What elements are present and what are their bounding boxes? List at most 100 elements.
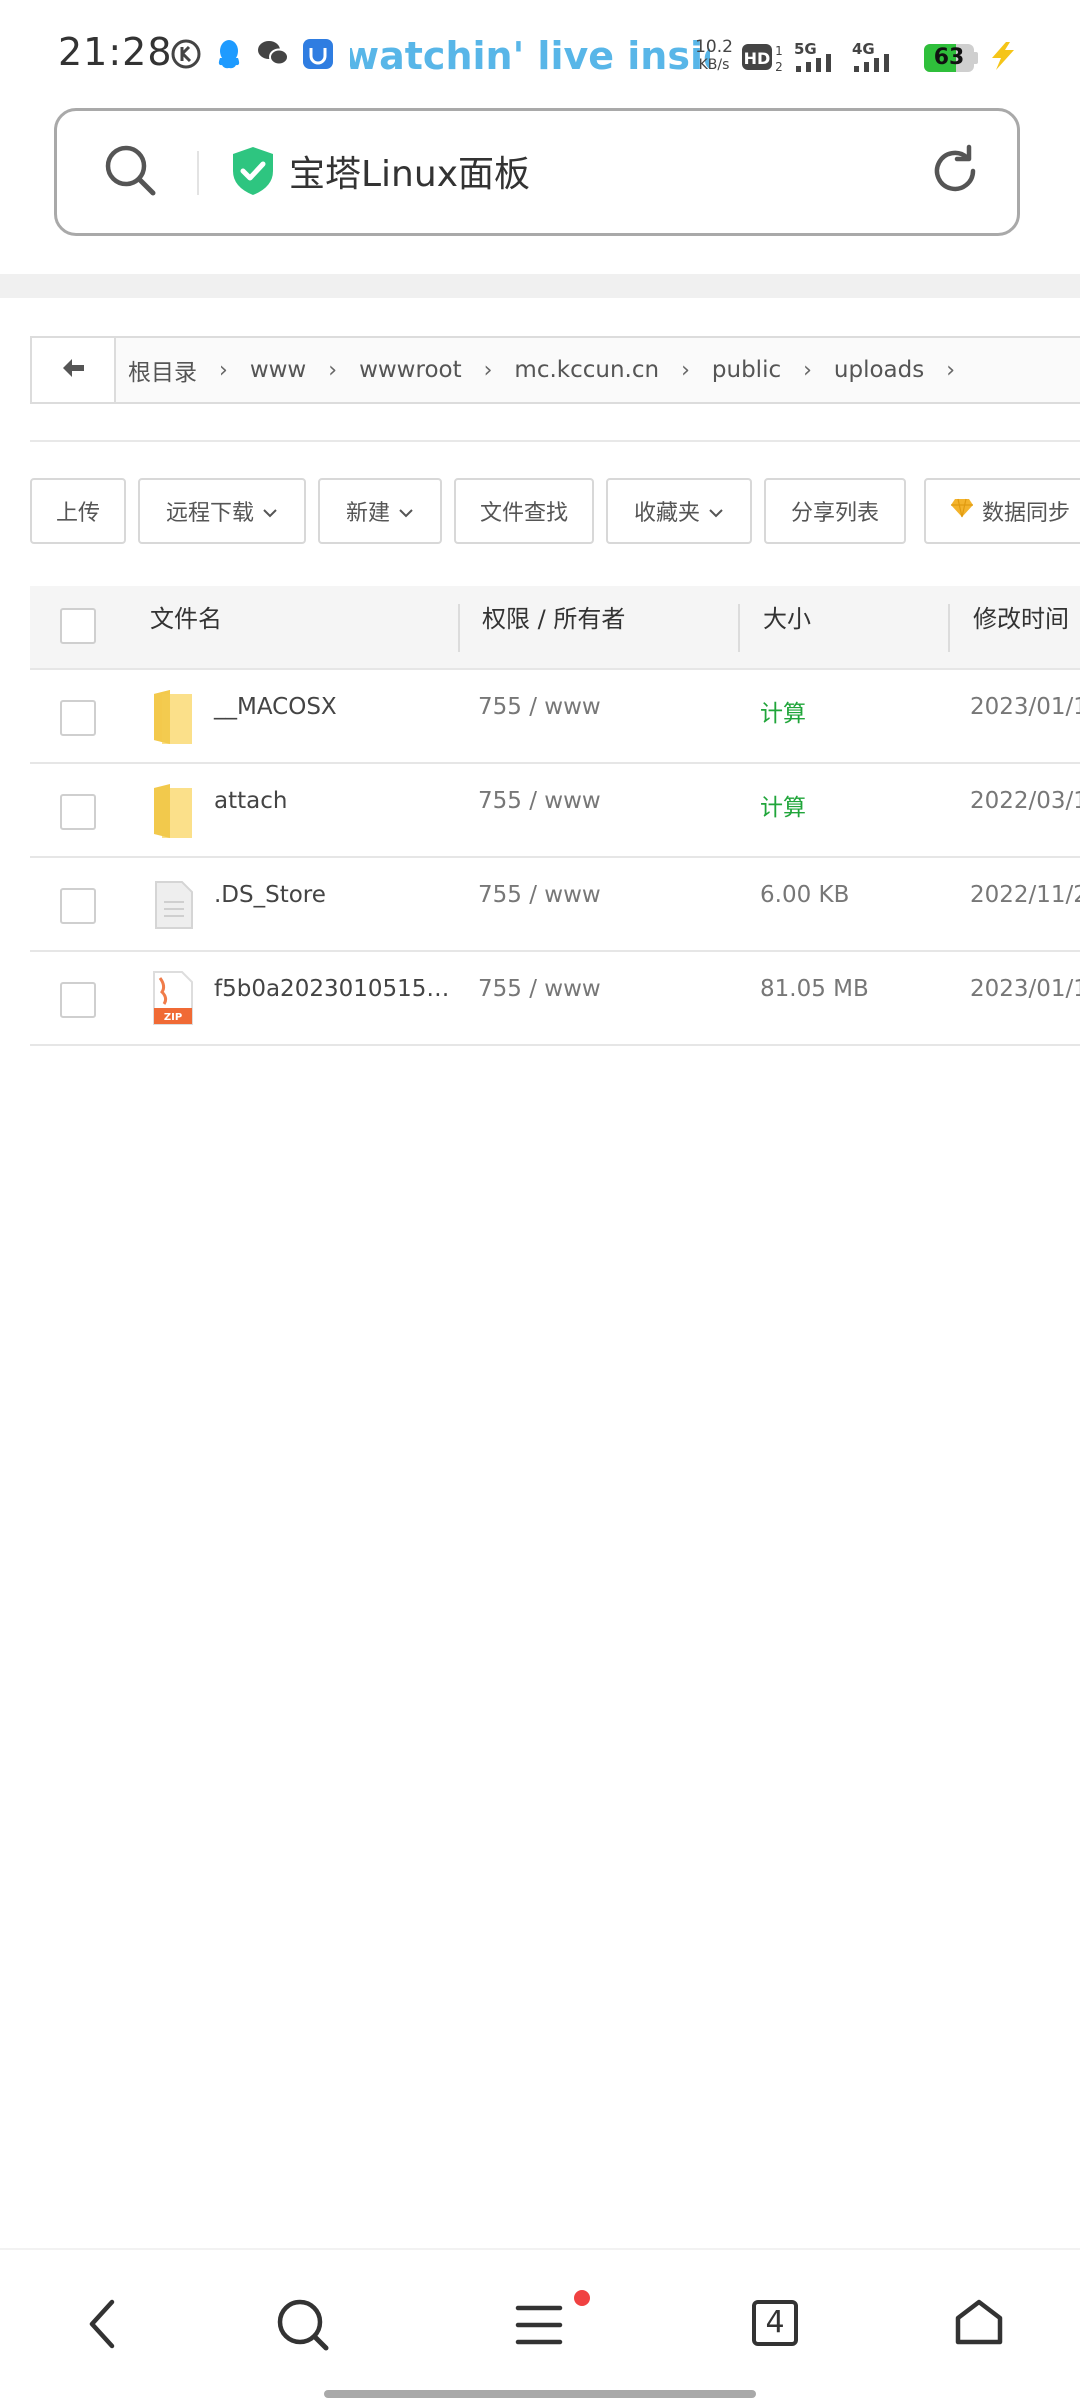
battery-cap [974,52,978,64]
column-separator [458,604,460,652]
page-title[interactable]: 宝塔Linux面板 [289,145,530,197]
breadcrumb-item-www[interactable]: www [250,357,306,383]
home-nav-button[interactable] [954,2298,1004,2352]
k-app-icon [170,38,202,74]
status-time: 21:28 [58,30,173,74]
status-bar: 21:28 watchin' live inside 10.2KB/s HD 1 2… [0,0,1080,110]
chevron-down-icon [708,499,724,524]
share-list-button[interactable]: 分享列表 [764,478,906,544]
column-header-name[interactable]: 文件名 [150,586,222,670]
file-name[interactable]: attach [214,788,287,814]
lightning-icon [986,40,1020,76]
file-name[interactable]: .DS_Store [214,882,326,908]
upload-button[interactable]: 上传 [30,478,126,544]
breadcrumb-item-site[interactable]: mc.kccun.cn [514,357,659,383]
content-separator [0,274,1080,298]
file-size-calc-link[interactable]: 计算 [760,788,806,822]
chevron-right-icon: › [219,357,228,383]
svg-text:4G: 4G [852,40,875,58]
remote-download-button[interactable]: 远程下载 [138,478,306,544]
file-mtime: 2022/03/10 [970,788,1080,814]
notification-dot [574,2290,590,2306]
file-name[interactable]: __MACOSX [214,694,337,720]
select-all-checkbox[interactable] [60,608,96,644]
search-icon[interactable] [101,141,159,203]
browser-bottom-bar: 4 [0,2248,1080,2402]
breadcrumb-item-wwwroot[interactable]: wwwroot [359,357,462,383]
favorites-button[interactable]: 收藏夹 [606,478,752,544]
chevron-right-icon: › [483,357,493,383]
folder-icon [152,782,196,846]
svg-text:2: 2 [775,60,783,74]
back-button[interactable] [32,338,116,402]
address-bar[interactable]: 宝塔Linux面板 [54,108,1020,236]
qq-icon [214,38,244,76]
new-button[interactable]: 新建 [318,478,442,544]
data-sync-button[interactable]: 数据同步 [924,478,1080,544]
file-search-button[interactable]: 文件查找 [454,478,594,544]
table-row[interactable]: .DS_Store 755 / www 6.00 KB 2022/11/21 [30,858,1080,952]
secure-shield-icon [229,145,277,201]
address-bar-separator [197,151,199,195]
chevron-right-icon: › [946,357,956,383]
breadcrumb: 根目录 › www › wwwroot › mc.kccun.cn › publ… [30,336,1080,404]
chevron-right-icon: › [328,357,338,383]
column-header-mtime[interactable]: 修改时间 [973,586,1069,670]
breadcrumb-item-uploads[interactable]: uploads [834,357,924,383]
breadcrumb-item-public[interactable]: public [712,357,781,383]
breadcrumb-item-root[interactable]: 根目录 [128,353,197,387]
svg-text:5G: 5G [794,40,817,58]
svg-text:1: 1 [775,44,783,58]
wechat-icon [256,38,290,72]
column-separator [948,604,950,652]
back-nav-button[interactable] [80,2298,126,2354]
menu-nav-button[interactable] [514,2302,564,2352]
chevron-right-icon: › [681,357,690,383]
table-row[interactable]: ZIP f5b0a2023010515… 755 / www 81.05 MB … [30,952,1080,1046]
battery-icon: 63 [924,44,974,72]
file-permission[interactable]: 755 / www [478,788,601,814]
folder-icon [152,688,196,752]
chevron-down-icon [262,499,278,524]
svg-text:ZIP: ZIP [164,1012,182,1023]
svg-text:HD: HD [744,49,771,68]
file-size-calc-link[interactable]: 计算 [760,694,806,728]
app-notification-icon [302,38,334,74]
section-divider [30,440,1080,442]
file-name[interactable]: f5b0a2023010515… [214,976,449,1002]
table-row[interactable]: __MACOSX 755 / www 计算 2023/01/13 [30,670,1080,764]
file-size: 6.00 KB [760,882,850,908]
signal-5g-icon: 5G [794,40,842,78]
diamond-icon [950,498,974,524]
reload-icon[interactable] [925,141,985,205]
zip-file-icon: ZIP [152,970,194,1030]
file-table-header: 文件名 权限 / 所有者 大小 修改时间 [30,586,1080,670]
tabs-nav-button[interactable]: 4 [752,2300,798,2346]
column-header-permission[interactable]: 权限 / 所有者 [482,586,625,670]
search-nav-button[interactable] [276,2298,330,2356]
chevron-right-icon: › [803,357,812,383]
file-permission[interactable]: 755 / www [478,882,601,908]
column-header-size[interactable]: 大小 [763,586,811,670]
row-checkbox[interactable] [60,794,96,830]
breadcrumb-path: 根目录 › www › wwwroot › mc.kccun.cn › publ… [128,338,977,402]
network-speed: 10.2 KB/s [695,37,733,73]
file-permission[interactable]: 755 / www [478,976,601,1002]
table-row[interactable]: attach 755 / www 计算 2022/03/10 [30,764,1080,858]
row-checkbox[interactable] [60,888,96,924]
signal-4g-icon: 4G [852,40,900,78]
row-checkbox[interactable] [60,700,96,736]
battery-level: 63 [933,45,965,70]
row-checkbox[interactable] [60,982,96,1018]
tab-count: 4 [765,2305,785,2340]
home-indicator[interactable] [324,2390,756,2398]
column-separator [738,604,740,652]
file-mtime: 2022/11/21 [970,882,1080,908]
chevron-down-icon [398,499,414,524]
file-mtime: 2023/01/13 [970,694,1080,720]
file-mtime: 2023/01/13 [970,976,1080,1002]
file-permission[interactable]: 755 / www [478,694,601,720]
file-size: 81.05 MB [760,976,869,1002]
now-playing-ticker: watchin' live inside [350,34,710,78]
arrow-left-icon [60,357,86,383]
